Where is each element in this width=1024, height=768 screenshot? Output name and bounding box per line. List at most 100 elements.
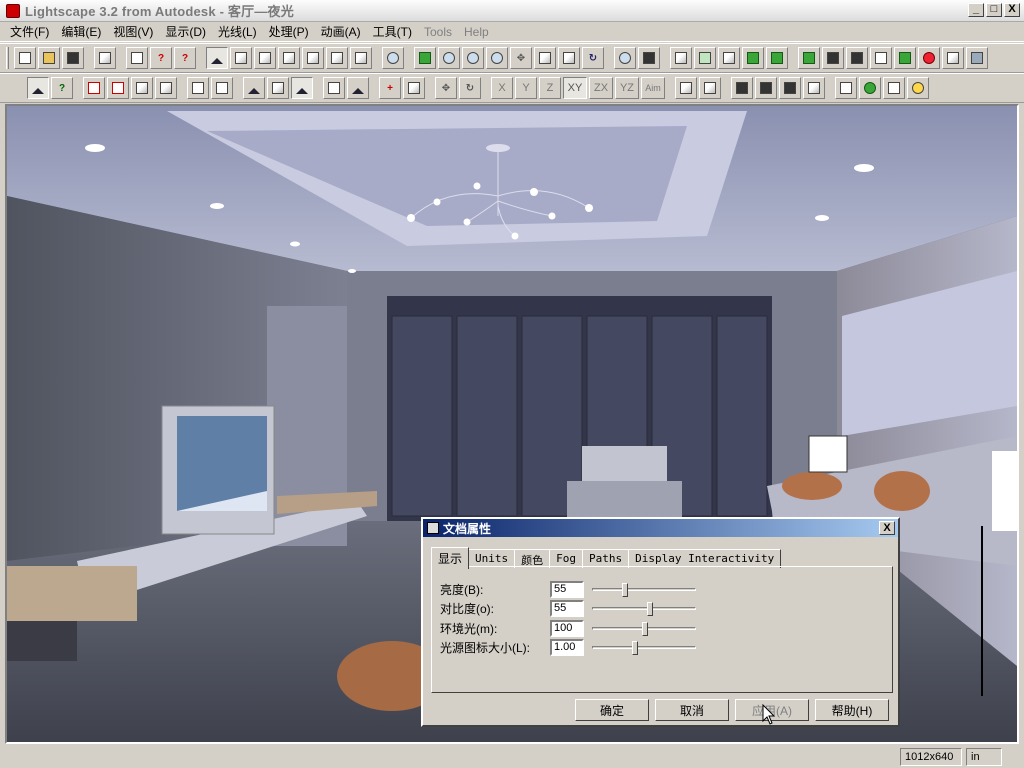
aim-button[interactable]: Aim bbox=[641, 77, 665, 99]
menu-process[interactable]: 处理(P) bbox=[263, 23, 315, 40]
menu-animation[interactable]: 动画(A) bbox=[315, 23, 367, 40]
menu-view[interactable]: 视图(V) bbox=[107, 23, 159, 40]
filter-icon[interactable] bbox=[347, 77, 369, 99]
axis-z-button[interactable]: Z bbox=[539, 77, 561, 99]
ambient-slider-thumb[interactable] bbox=[642, 622, 648, 636]
open-folder-icon[interactable] bbox=[38, 47, 60, 69]
render-2-icon[interactable] bbox=[822, 47, 844, 69]
toolbar-grip[interactable] bbox=[6, 47, 9, 69]
hand-icon[interactable] bbox=[558, 47, 580, 69]
copy-icon[interactable] bbox=[187, 77, 209, 99]
camera-icon[interactable] bbox=[883, 77, 905, 99]
rotate-icon[interactable]: ↻ bbox=[582, 47, 604, 69]
cube-view-4-icon[interactable] bbox=[302, 47, 324, 69]
light-icon-size-slider[interactable] bbox=[592, 641, 696, 655]
menu-tools-cn[interactable]: 工具(T) bbox=[367, 23, 418, 40]
menu-tools[interactable]: Tools bbox=[418, 25, 458, 39]
paste-icon[interactable] bbox=[211, 77, 233, 99]
select-box-3-icon[interactable] bbox=[131, 77, 153, 99]
pointer-tool-icon[interactable] bbox=[206, 47, 228, 69]
light-icon-size-input[interactable]: 1.00 bbox=[550, 638, 584, 656]
textured-icon[interactable] bbox=[766, 47, 788, 69]
print-icon[interactable] bbox=[126, 47, 148, 69]
app-icon[interactable] bbox=[6, 3, 20, 18]
tab-display[interactable]: 显示 bbox=[431, 547, 470, 569]
rotate-object-icon[interactable]: ↻ bbox=[459, 77, 481, 99]
render-6-icon[interactable] bbox=[918, 47, 940, 69]
help-icon[interactable]: ? bbox=[150, 47, 172, 69]
maximize-button[interactable]: □ bbox=[986, 3, 1002, 17]
minimize-button[interactable]: _ bbox=[968, 3, 984, 17]
undo-icon[interactable] bbox=[94, 47, 116, 69]
light-icon-size-slider-thumb[interactable] bbox=[632, 641, 638, 655]
menu-help[interactable]: Help bbox=[458, 25, 495, 39]
contrast-input[interactable]: 55 bbox=[550, 599, 584, 617]
close-button[interactable]: X bbox=[1004, 3, 1020, 17]
select-box-2-icon[interactable] bbox=[107, 77, 129, 99]
brightness-input[interactable]: 55 bbox=[550, 580, 584, 598]
ambient-input[interactable]: 100 bbox=[550, 619, 584, 637]
zoom-in-out-icon[interactable] bbox=[462, 47, 484, 69]
plane-yz-button[interactable]: YZ bbox=[615, 77, 639, 99]
cube-view-2-icon[interactable] bbox=[254, 47, 276, 69]
add-point-icon[interactable]: + bbox=[379, 77, 401, 99]
select-query-icon[interactable]: ? bbox=[51, 77, 73, 99]
move-icon[interactable]: ✥ bbox=[435, 77, 457, 99]
axis-y-button[interactable]: Y bbox=[515, 77, 537, 99]
view-fit-icon[interactable] bbox=[638, 47, 660, 69]
render-5-icon[interactable] bbox=[894, 47, 916, 69]
plane-zx-button[interactable]: ZX bbox=[589, 77, 613, 99]
select-box-1-icon[interactable] bbox=[83, 77, 105, 99]
eye-icon[interactable] bbox=[414, 47, 436, 69]
contrast-slider-thumb[interactable] bbox=[647, 602, 653, 616]
context-help-icon[interactable]: ? bbox=[174, 47, 196, 69]
refresh-icon[interactable] bbox=[699, 77, 721, 99]
select-edge-icon[interactable] bbox=[267, 77, 289, 99]
select-face-icon[interactable] bbox=[291, 77, 313, 99]
light-bulb-icon[interactable] bbox=[907, 77, 929, 99]
figure-stand-icon[interactable] bbox=[803, 77, 825, 99]
figure-2-icon[interactable] bbox=[755, 77, 777, 99]
render-1-icon[interactable] bbox=[798, 47, 820, 69]
select-box-4-icon[interactable] bbox=[155, 77, 177, 99]
transform-icon[interactable] bbox=[403, 77, 425, 99]
render-8-icon[interactable] bbox=[966, 47, 988, 69]
figure-walk-icon[interactable] bbox=[779, 77, 801, 99]
layers-icon[interactable] bbox=[835, 77, 857, 99]
globe-icon[interactable] bbox=[859, 77, 881, 99]
wireframe-icon[interactable] bbox=[670, 47, 692, 69]
help-button[interactable]: 帮助(H) bbox=[815, 699, 889, 721]
cube-view-5-icon[interactable] bbox=[326, 47, 348, 69]
wire-green-icon[interactable] bbox=[694, 47, 716, 69]
orbit-icon[interactable] bbox=[438, 47, 460, 69]
cube-view-6-icon[interactable] bbox=[350, 47, 372, 69]
contrast-slider[interactable] bbox=[592, 602, 696, 616]
zoom-extents-icon[interactable] bbox=[382, 47, 404, 69]
save-icon[interactable] bbox=[62, 47, 84, 69]
plane-xy-button[interactable]: XY bbox=[563, 77, 587, 99]
render-3-icon[interactable] bbox=[846, 47, 868, 69]
cancel-button[interactable]: 取消 bbox=[655, 699, 729, 721]
zoom-icon[interactable] bbox=[486, 47, 508, 69]
zoom-window-icon[interactable] bbox=[614, 47, 636, 69]
hidden-line-icon[interactable] bbox=[718, 47, 740, 69]
pan-icon[interactable]: ✥ bbox=[510, 47, 532, 69]
new-file-icon[interactable] bbox=[14, 47, 36, 69]
render-7-icon[interactable] bbox=[942, 47, 964, 69]
dialog-title-bar[interactable]: 文档属性 X bbox=[423, 519, 898, 537]
menu-display[interactable]: 显示(D) bbox=[159, 23, 212, 40]
render-4-icon[interactable] bbox=[870, 47, 892, 69]
list-icon[interactable] bbox=[323, 77, 345, 99]
menu-light[interactable]: 光线(L) bbox=[212, 23, 263, 40]
back-icon[interactable] bbox=[675, 77, 697, 99]
select-arrow-icon[interactable] bbox=[27, 77, 49, 99]
menu-file[interactable]: 文件(F) bbox=[4, 23, 55, 40]
ambient-slider[interactable] bbox=[592, 622, 696, 636]
shaded-icon[interactable] bbox=[742, 47, 764, 69]
brightness-slider[interactable] bbox=[592, 583, 696, 597]
menu-edit[interactable]: 编辑(E) bbox=[55, 23, 107, 40]
axis-x-button[interactable]: X bbox=[491, 77, 513, 99]
ok-button[interactable]: 确定 bbox=[575, 699, 649, 721]
cube-view-1-icon[interactable] bbox=[230, 47, 252, 69]
cube-view-3-icon[interactable] bbox=[278, 47, 300, 69]
